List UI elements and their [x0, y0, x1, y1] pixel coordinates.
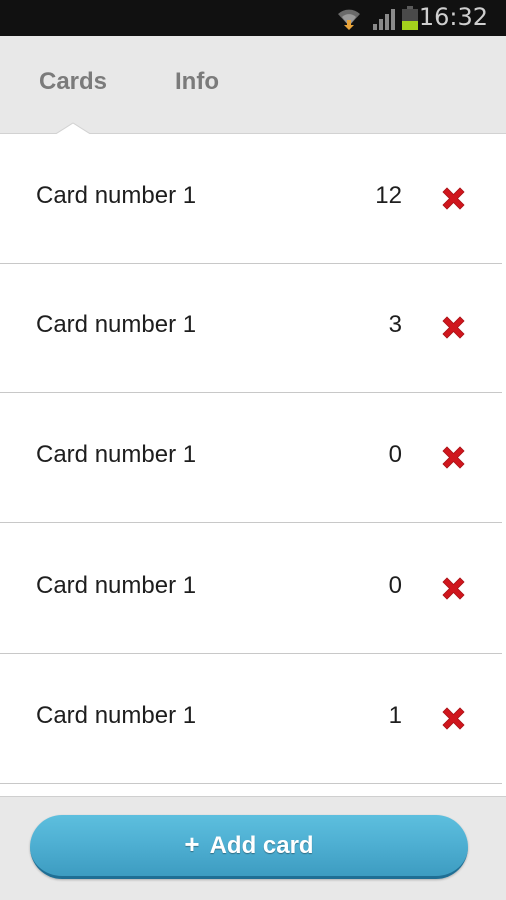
footer: + Add card: [0, 796, 506, 900]
signal-icon: [373, 9, 395, 30]
card-row[interactable]: Card number 1 0: [0, 393, 502, 523]
card-name: Card number 1: [36, 311, 197, 338]
status-bar: 16:32: [0, 0, 506, 36]
card-row[interactable]: Card number 1 3: [0, 263, 502, 393]
delete-icon[interactable]: [440, 185, 467, 212]
add-card-label: Add card: [209, 831, 314, 859]
card-name: Card number 1: [36, 572, 197, 599]
plus-icon: +: [184, 829, 200, 859]
battery-icon: [402, 6, 418, 30]
card-count: 0: [388, 572, 402, 599]
delete-icon[interactable]: [440, 444, 467, 471]
card-row[interactable]: Card number 1 0: [0, 524, 502, 654]
clock: 16:32: [418, 3, 488, 31]
add-card-button[interactable]: + Add card: [30, 815, 468, 879]
card-row[interactable]: Card number 1 12: [0, 134, 502, 264]
card-count: 1: [388, 702, 402, 729]
card-count: 0: [388, 441, 402, 468]
wifi-icon: [338, 9, 360, 30]
delete-icon[interactable]: [440, 575, 467, 602]
card-name: Card number 1: [36, 702, 197, 729]
tab-bar: Cards Info: [0, 36, 506, 135]
tab-info[interactable]: Info: [175, 68, 219, 96]
tab-cards[interactable]: Cards: [39, 68, 107, 96]
delete-icon[interactable]: [440, 314, 467, 341]
card-name: Card number 1: [36, 182, 197, 209]
card-list: Card number 1 12 Card number 1 3 Card nu…: [0, 134, 506, 796]
card-row[interactable]: Card number 1 1: [0, 654, 502, 784]
card-count: 3: [388, 311, 402, 338]
card-count: 12: [375, 182, 402, 209]
delete-icon[interactable]: [440, 705, 467, 732]
card-name: Card number 1: [36, 441, 197, 468]
